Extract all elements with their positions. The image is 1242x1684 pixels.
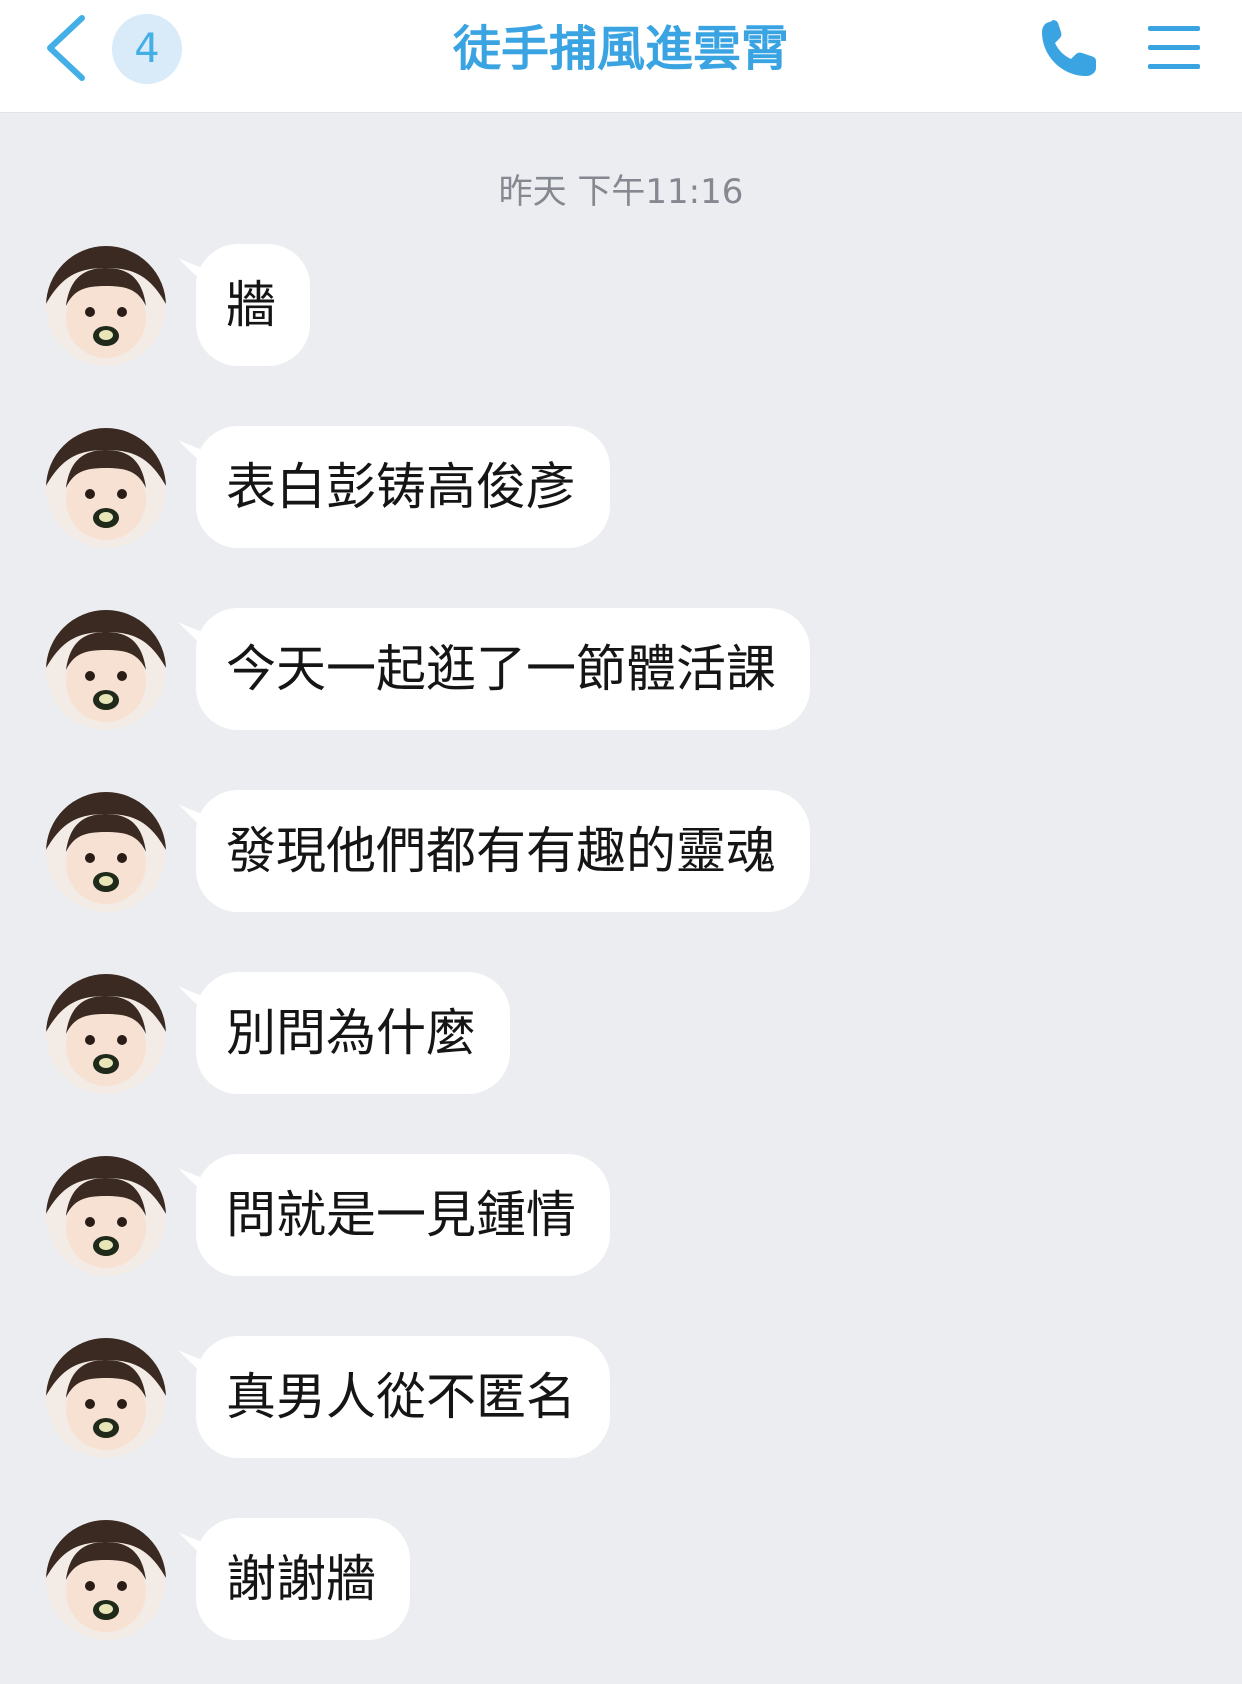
child-face-icon — [46, 974, 166, 1094]
child-face-icon — [46, 428, 166, 548]
chevron-left-icon — [47, 15, 85, 81]
chat-header: 4 徒手捕風進雲霄 — [0, 0, 1242, 113]
message-row: 別問為什麼 — [0, 972, 1242, 1102]
message-bubble[interactable]: 牆 — [196, 244, 310, 366]
phone-icon — [1042, 20, 1096, 76]
message-timestamp: 昨天 下午11:16 — [498, 172, 744, 212]
message-bubble[interactable]: 發現他們都有有趣的靈魂 — [196, 790, 810, 912]
child-face-icon — [46, 1520, 166, 1640]
sender-avatar[interactable] — [46, 428, 166, 548]
message-bubble[interactable]: 謝謝牆 — [196, 1518, 410, 1640]
sender-avatar[interactable] — [46, 610, 166, 730]
message-bubble[interactable]: 表白彭铸高俊彥 — [196, 426, 610, 548]
child-face-icon — [46, 1338, 166, 1458]
child-face-icon — [46, 246, 166, 366]
sender-avatar[interactable] — [46, 1338, 166, 1458]
message-bubble[interactable]: 別問為什麼 — [196, 972, 510, 1094]
menu-button[interactable] — [1146, 22, 1202, 74]
unread-count-badge[interactable]: 4 — [112, 14, 182, 84]
child-face-icon — [46, 792, 166, 912]
message-row: 今天一起逛了一節體活課 — [0, 608, 1242, 738]
back-button[interactable] — [40, 12, 96, 84]
sender-avatar[interactable] — [46, 792, 166, 912]
message-row: 真男人從不匿名 — [0, 1336, 1242, 1466]
child-face-icon — [46, 1156, 166, 1276]
message-row: 表白彭铸高俊彥 — [0, 426, 1242, 556]
message-row: 問就是一見鍾情 — [0, 1154, 1242, 1284]
message-bubble[interactable]: 今天一起逛了一節體活課 — [196, 608, 810, 730]
child-face-icon — [46, 610, 166, 730]
call-button[interactable] — [1036, 16, 1102, 82]
message-row: 謝謝牆 — [0, 1518, 1242, 1648]
message-row: 牆 — [0, 244, 1242, 374]
sender-avatar[interactable] — [46, 1520, 166, 1640]
message-row: 發現他們都有有趣的靈魂 — [0, 790, 1242, 920]
message-bubble[interactable]: 真男人從不匿名 — [196, 1336, 610, 1458]
message-bubble[interactable]: 問就是一見鍾情 — [196, 1154, 610, 1276]
hamburger-menu-icon — [1148, 26, 1200, 69]
sender-avatar[interactable] — [46, 1156, 166, 1276]
sender-avatar[interactable] — [46, 974, 166, 1094]
chat-title: 徒手捕風進雲霄 — [452, 21, 789, 77]
sender-avatar[interactable] — [46, 246, 166, 366]
